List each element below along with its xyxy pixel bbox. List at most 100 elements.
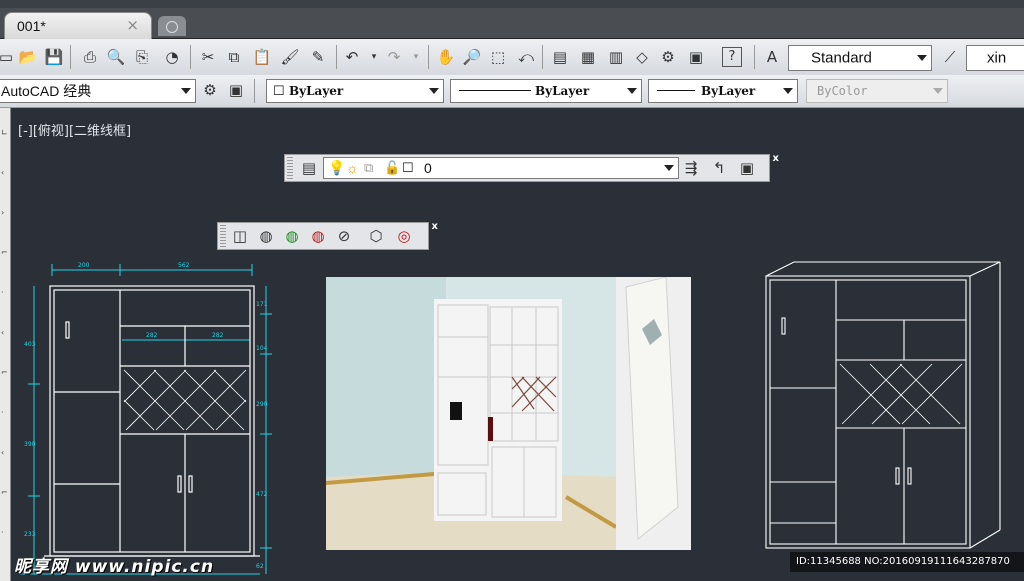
close-toolbar-icon[interactable]: x — [432, 221, 438, 232]
pan-icon[interactable]: ✋ — [436, 47, 456, 67]
cube-view-icon[interactable]: ⬡ — [366, 226, 386, 246]
tool-palettes-icon[interactable]: ▥ — [606, 47, 626, 67]
linetype-combo[interactable]: ByLayer — [450, 79, 642, 103]
cabinet-outline — [44, 285, 260, 557]
dim-label: 282 — [212, 332, 224, 339]
linetype-value: ByLayer — [535, 84, 590, 98]
dim-label: 290 — [256, 401, 268, 408]
redo-dropdown-icon[interactable]: ▾ — [406, 47, 426, 67]
clear-view-icon[interactable]: ◎ — [394, 226, 414, 246]
cabinet-3d-wireframe — [765, 261, 1001, 549]
viewport-controls-label[interactable]: [-][俯视][二维线框] — [18, 120, 131, 139]
undo-dropdown-icon[interactable]: ▾ — [364, 47, 384, 67]
new-file-icon[interactable]: ▭ — [0, 47, 16, 67]
dimension-style-value: xin — [987, 49, 1007, 67]
viewport-remove-icon[interactable]: ◍ — [308, 226, 328, 246]
view-floating-toolbar: ◫ ◍ ◍ ◍ ⊘ ⬡ ◎ x — [217, 221, 438, 250]
help-icon[interactable]: ? — [722, 47, 742, 67]
dim-label: 390 — [24, 441, 36, 448]
markup-icon[interactable]: ⚙ — [658, 47, 678, 67]
zoom-previous-icon[interactable]: ⤺ — [516, 47, 536, 67]
design-center-icon[interactable]: ▦ — [578, 47, 598, 67]
no-orbit-icon[interactable]: ⊘ — [334, 226, 354, 246]
separator — [428, 45, 429, 69]
separator — [70, 45, 71, 69]
layer-previous-icon[interactable]: ↰ — [709, 158, 729, 178]
separator — [336, 45, 337, 69]
plotstyle-combo[interactable]: ByColor — [806, 79, 948, 103]
lineweight-combo[interactable]: ByLayer — [648, 79, 798, 103]
text-style-value: Standard — [811, 49, 872, 67]
chevron-down-icon — [783, 88, 793, 94]
new-tab-button[interactable] — [158, 16, 186, 36]
image-id-watermark: ID:11345688 NO:20160919111643287870 — [790, 552, 1024, 572]
copy-icon[interactable]: ⧉ — [224, 47, 244, 67]
block-editor-icon[interactable]: ✎ — [308, 47, 328, 67]
site-watermark: 昵享网 www.nipic.cn — [14, 557, 215, 577]
close-toolbar-icon[interactable]: x — [773, 153, 779, 164]
layer-on-bulb-icon: 💡 — [328, 159, 346, 176]
workspace-settings-icon[interactable]: ⚙ — [200, 80, 220, 100]
dim-label: 104 — [256, 345, 268, 352]
menu-bar-strip — [0, 0, 1024, 8]
toolbar-grip[interactable] — [220, 225, 226, 247]
layers-floating-toolbar: ▤ 💡 ☼ ⧉ 🔓 ☐ 0 ⇶ ↰ ▣ x — [284, 153, 779, 182]
chevron-down-icon — [917, 55, 927, 61]
properties-icon[interactable]: ▤ — [550, 47, 570, 67]
cut-icon[interactable]: ✂ — [198, 47, 218, 67]
cabinet-elevation-drawing: 200 562 282 282 403 390 233 171 104 290 … — [20, 262, 272, 575]
chevron-down-icon — [933, 88, 943, 94]
dim-label: 233 — [24, 531, 36, 538]
3d-view-icon[interactable]: ◫ — [230, 226, 250, 246]
chevron-down-icon — [627, 88, 637, 94]
drawing-canvas[interactable]: ∟ ‹ › ⌐ · ‹ ⌐ · ‹ ⌐ · [-][俯视][二维线框] ▤ 💡 ☼ ⧉ 🔓 ☐… — [0, 108, 1024, 581]
lineweight-preview — [657, 90, 695, 91]
layer-states-icon[interactable]: ▣ — [737, 158, 757, 178]
chevron-down-icon — [181, 88, 191, 94]
dim-label: 62 — [256, 563, 264, 570]
rendered-room-svg — [326, 277, 691, 550]
quickcalc-icon[interactable]: ▣ — [686, 47, 706, 67]
text-style-icon[interactable]: A — [762, 47, 782, 67]
undo-icon[interactable]: ↶ — [342, 47, 362, 67]
dimension-style-combo[interactable]: xin — [966, 45, 1024, 71]
close-tab-icon[interactable]: × — [126, 16, 139, 34]
layer-value: 0 — [424, 160, 432, 176]
viewport-add-icon[interactable]: ◍ — [282, 226, 302, 246]
color-value: ByLayer — [289, 84, 344, 98]
publish-icon[interactable]: ⎘ — [132, 47, 152, 67]
orbit-icon[interactable]: ◍ — [256, 226, 276, 246]
dimension-style-icon[interactable]: ⟋ — [940, 47, 960, 67]
layer-properties-icon[interactable]: ▤ — [299, 158, 319, 178]
3d-dwf-icon[interactable]: ◔ — [162, 47, 182, 67]
color-combo[interactable]: ☐ ByLayer — [266, 79, 444, 103]
left-ruler: ∟ ‹ › ⌐ · ‹ ⌐ · ‹ ⌐ · — [0, 108, 11, 581]
save-workspace-icon[interactable]: ▣ — [226, 80, 246, 100]
tab-drawing-001[interactable]: 001* × — [4, 12, 152, 39]
color-swatch-icon: ☐ — [273, 83, 285, 98]
workspace-value: AutoCAD 经典 — [1, 83, 92, 99]
document-tab-bar: 001* × — [0, 8, 1024, 39]
separator — [190, 45, 191, 69]
zoom-window-icon[interactable]: ⬚ — [488, 47, 508, 67]
linetype-preview — [459, 90, 531, 91]
rendered-room-image — [326, 277, 691, 550]
separator — [754, 45, 755, 69]
redo-icon[interactable]: ↷ — [384, 47, 404, 67]
layer-combo[interactable]: 💡 ☼ ⧉ 🔓 ☐ 0 — [323, 157, 679, 179]
match-properties-icon[interactable]: 🖌 — [280, 47, 300, 67]
dimension-labels: 200 562 282 282 403 390 233 171 104 290 … — [24, 262, 268, 570]
zoom-realtime-icon[interactable]: 🔎 — [462, 47, 482, 67]
print-icon[interactable]: ⎙ — [80, 47, 100, 67]
make-object-layer-current-icon[interactable]: ⇶ — [681, 158, 701, 178]
dim-label: 562 — [178, 262, 190, 269]
print-preview-icon[interactable]: 🔍 — [106, 47, 126, 67]
open-file-icon[interactable]: 📂 — [18, 47, 38, 67]
sheet-set-icon[interactable]: ◇ — [632, 47, 652, 67]
text-style-combo[interactable]: Standard — [788, 45, 932, 71]
dimension-lines — [20, 264, 272, 575]
toolbar-grip[interactable] — [287, 157, 293, 179]
save-icon[interactable]: 💾 — [44, 47, 64, 67]
workspace-combo[interactable]: AutoCAD 经典 — [0, 79, 196, 103]
paste-icon[interactable]: 📋 — [252, 47, 272, 67]
